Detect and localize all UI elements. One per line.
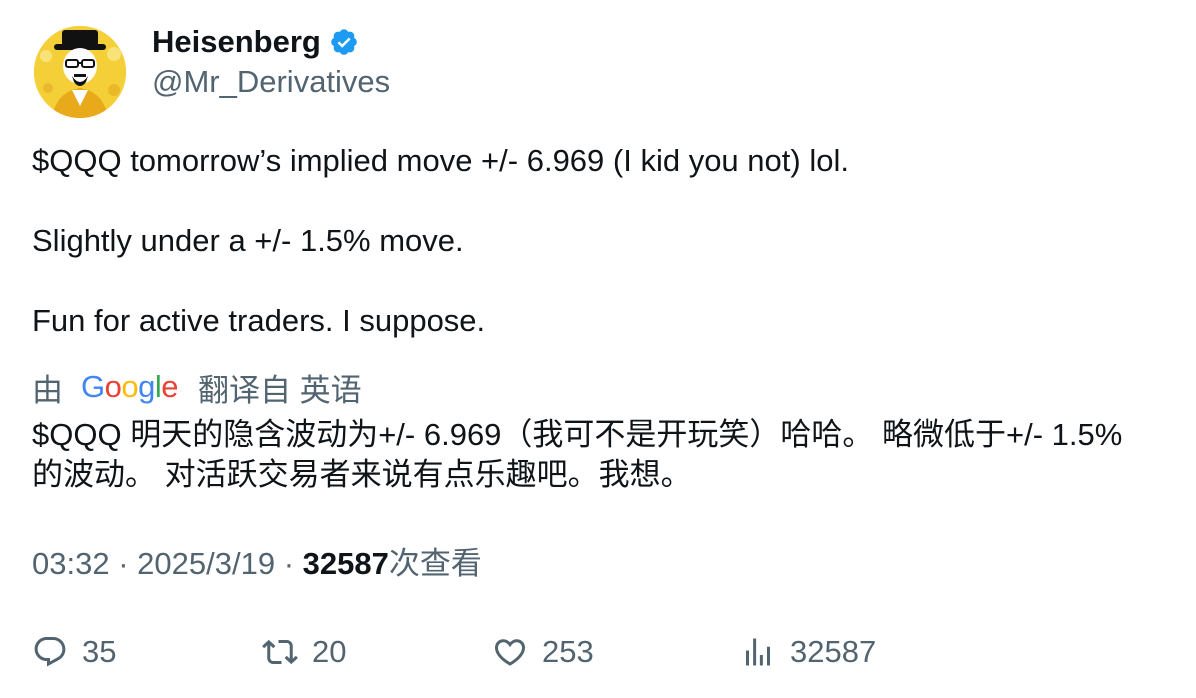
translated-from-label[interactable]: 翻译自 英语 (198, 365, 362, 410)
tweet-line: Fun for active traders. I suppose. (32, 303, 486, 338)
google-logo-letter: o (104, 369, 122, 404)
analytics-bar-chart-icon (746, 638, 770, 666)
tweet-text: $QQQ tomorrow’s implied move +/- 6.969 (… (32, 141, 1162, 341)
google-logo-letter: o (121, 369, 139, 404)
translated-by-row: 由 Google 翻译自 英语 (32, 365, 362, 410)
views-label: 次查看 (388, 546, 482, 581)
retweet-count: 20 (312, 634, 347, 669)
meta-separator: · (283, 546, 295, 581)
author-handle[interactable]: @Mr_Derivatives (152, 62, 390, 102)
reply-icon (34, 637, 66, 667)
translated-text: $QQQ 明天的隐含波动为+/- 6.969（我可不是开玩笑）哈哈。 略微低于+… (32, 415, 1172, 495)
author-name[interactable]: Heisenberg (152, 22, 321, 62)
retweet-icon (262, 639, 298, 665)
views-count: 32587 (302, 546, 389, 581)
google-logo-letter: G (81, 369, 105, 404)
author-avatar[interactable] (34, 26, 126, 118)
like-button[interactable]: 253 (492, 630, 594, 674)
retweet-button[interactable]: 20 (262, 630, 346, 674)
heisenberg-portrait-avatar (34, 26, 126, 118)
translated-by-prefix: 由 (32, 372, 63, 408)
verified-badge-icon[interactable] (329, 27, 359, 57)
reply-count: 35 (82, 634, 117, 669)
translated-line: 的波动。 对活跃交易者来说有点乐趣吧。我想。 (32, 457, 692, 492)
google-logo-letter: e (161, 369, 179, 404)
views-button[interactable]: 32587 (740, 630, 876, 674)
tweet-line: $QQQ tomorrow’s implied move +/- 6.969 (… (32, 143, 849, 178)
google-logo: Google (81, 369, 179, 405)
meta-separator: · (118, 546, 129, 581)
heart-icon (494, 639, 526, 666)
author-name-row: Heisenberg (152, 22, 359, 62)
views-action-count: 32587 (790, 634, 877, 669)
google-logo-letter: g (138, 369, 155, 404)
tweet-time[interactable]: 03:32 (32, 546, 110, 581)
reply-button[interactable]: 35 (32, 630, 116, 674)
like-count: 253 (542, 634, 594, 669)
tweet-date[interactable]: 2025/3/19 (137, 546, 275, 581)
tweet-line: Slightly under a +/- 1.5% move. (32, 223, 464, 258)
tweet-meta: 03:32 · 2025/3/19 · 32587次查看 (32, 544, 482, 584)
translated-line: $QQQ 明天的隐含波动为+/- 6.969（我可不是开玩笑）哈哈。 略微低于+… (32, 417, 1123, 452)
